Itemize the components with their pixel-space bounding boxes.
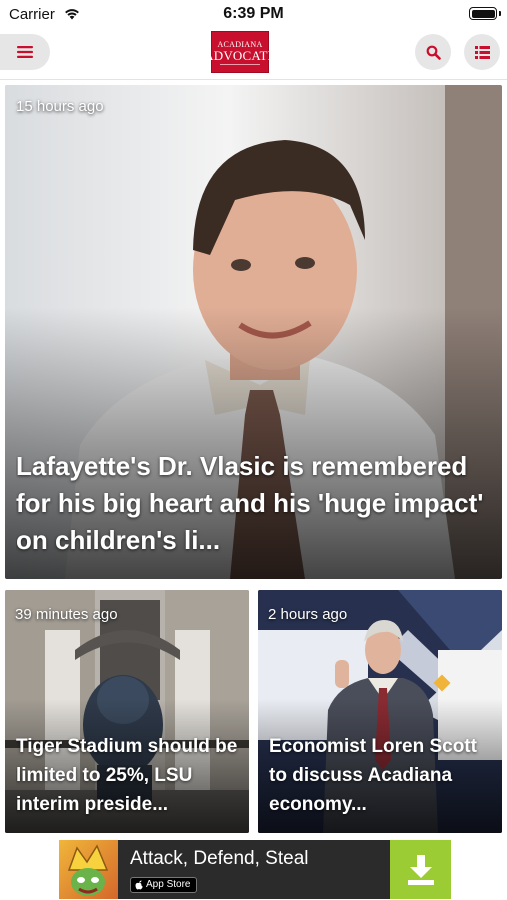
sections-list-button[interactable] xyxy=(464,34,500,70)
status-time: 6:39 PM xyxy=(223,5,284,22)
app-store-label: App Store xyxy=(146,879,191,890)
battery-cap xyxy=(499,11,501,16)
story-card[interactable]: 39 minutes ago Tiger Stadium should be l… xyxy=(5,590,249,833)
search-button[interactable] xyxy=(415,34,451,70)
story-card[interactable]: 2 hours ago Economist Loren Scott to dis… xyxy=(258,590,502,833)
acadiana-advocate-logo[interactable]: ACADIANA ADVOCATE xyxy=(204,31,276,73)
logo-rule xyxy=(220,63,260,65)
app-store-badge[interactable]: App Store xyxy=(130,877,198,893)
status-bar: Carrier 6:39 PM xyxy=(0,0,507,28)
menu-button[interactable] xyxy=(0,34,50,70)
battery-icon xyxy=(469,7,497,20)
story-headline[interactable]: Tiger Stadium should be limited to 25%, … xyxy=(16,732,239,819)
ad-title: Attack, Defend, Steal xyxy=(130,848,309,869)
story-timestamp: 15 hours ago xyxy=(16,98,104,115)
hamburger-menu-icon xyxy=(17,46,33,58)
apple-icon xyxy=(135,880,143,890)
list-icon xyxy=(474,45,490,59)
download-icon xyxy=(407,854,434,885)
download-button[interactable] xyxy=(390,840,451,899)
story-timestamp: 2 hours ago xyxy=(268,606,348,623)
search-icon xyxy=(426,45,441,60)
story-headline[interactable]: Lafayette's Dr. Vlasic is remembered for… xyxy=(16,448,490,559)
app-header: ACADIANA ADVOCATE xyxy=(0,28,507,80)
story-timestamp: 39 minutes ago xyxy=(15,606,118,623)
ad-banner[interactable]: Attack, Defend, Steal App Store xyxy=(59,840,451,899)
story-card-featured[interactable]: 15 hours ago Lafayette's Dr. Vlasic is r… xyxy=(5,85,502,579)
logo-line-main: ADVOCATE xyxy=(204,47,276,63)
game-app-icon xyxy=(59,840,118,899)
story-headline[interactable]: Economist Loren Scott to discuss Acadian… xyxy=(269,732,492,819)
